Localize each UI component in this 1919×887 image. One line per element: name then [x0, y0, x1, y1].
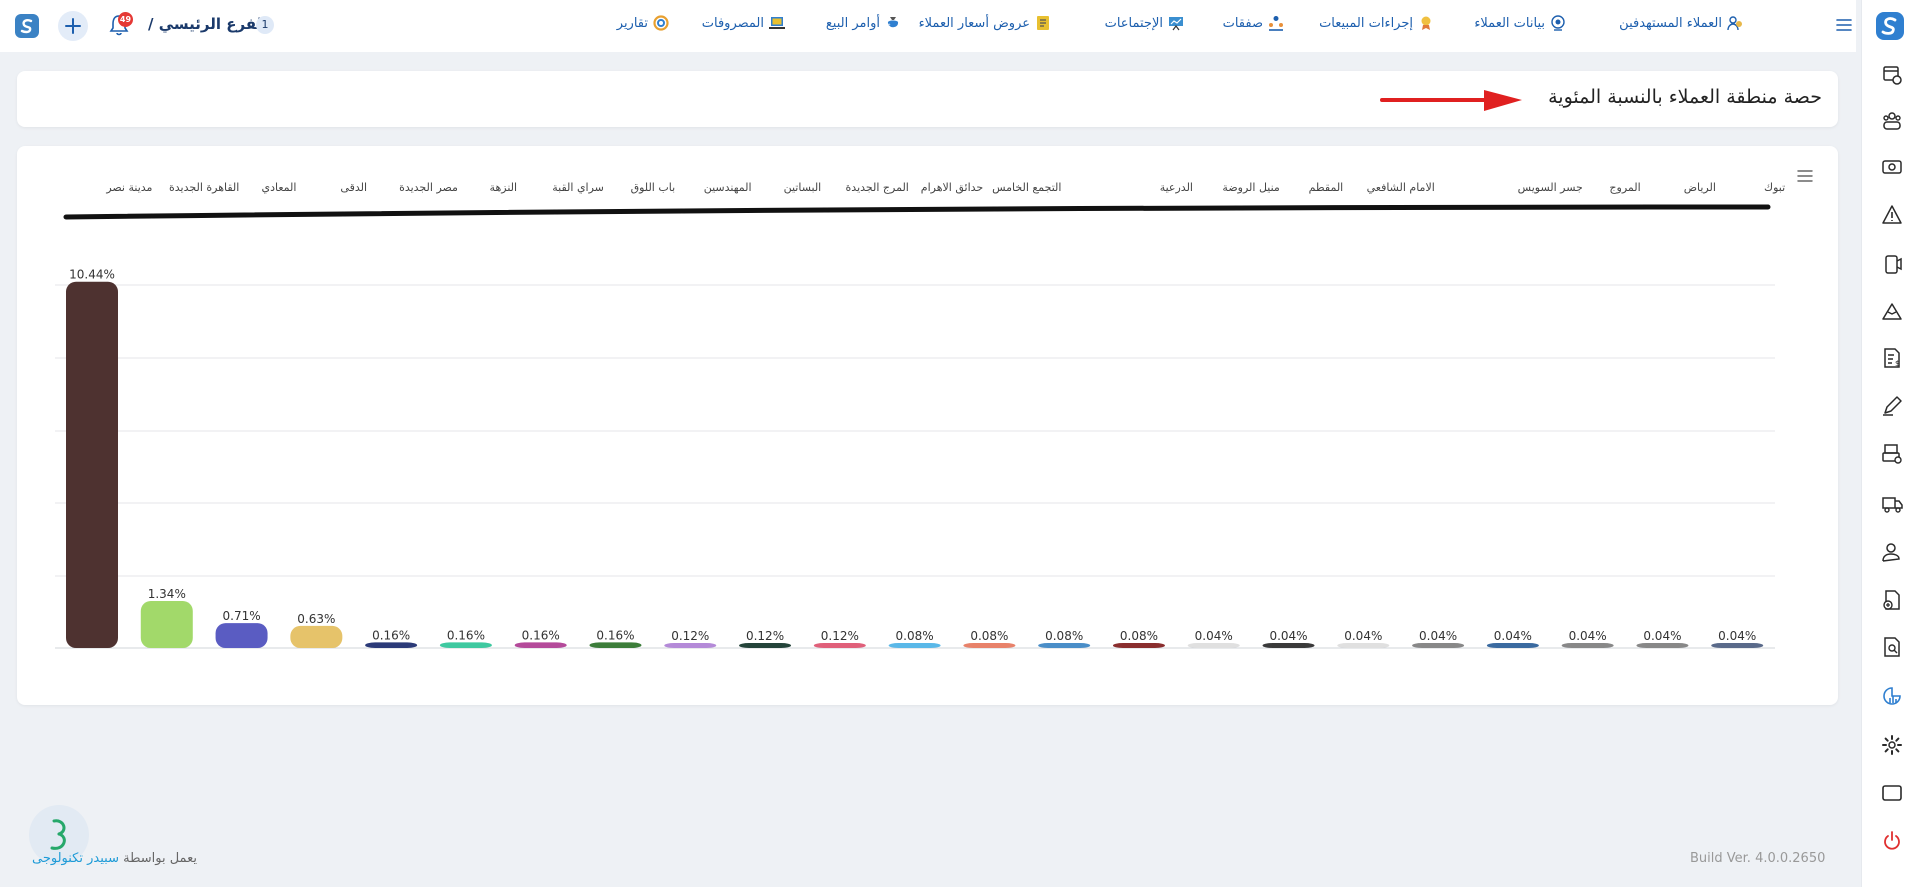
bar-chart: مدينة نصر القاهرة الجديدة المعادي الدقى مصر …	[55, 181, 1785, 649]
bar	[739, 643, 792, 648]
legend-item-label: جسر السويس	[1518, 181, 1583, 194]
data-label: 1.34%	[148, 587, 186, 601]
data-label: 0.12%	[821, 629, 859, 643]
legend-item-label: الدقى	[340, 181, 367, 194]
data-label: 0.04%	[1718, 629, 1756, 643]
legend-item-label: تبوك	[1764, 181, 1785, 194]
data-label: 0.12%	[671, 629, 709, 643]
data-label: 0.04%	[1344, 629, 1382, 643]
legend-item-label: البساتين	[784, 181, 822, 194]
legend-item-label: المرج الجديدة	[846, 181, 909, 194]
bar	[664, 643, 717, 648]
legend-item-label: مدينة نصر	[105, 181, 152, 194]
data-label: 0.16%	[447, 628, 485, 642]
bar	[589, 642, 642, 648]
data-label: 0.08%	[970, 629, 1008, 643]
bar	[1038, 643, 1091, 648]
data-label: 0.12%	[746, 629, 784, 643]
legend-item-label: التجمع الخامس	[992, 181, 1061, 194]
bar	[888, 643, 941, 648]
bar	[1337, 643, 1390, 648]
powered-by: يعمل بواسطة سبيدر تكنولوجى	[32, 851, 197, 866]
data-label: 0.04%	[1195, 629, 1233, 643]
loader-icon	[50, 819, 66, 850]
bar	[963, 643, 1016, 648]
legend-item-label: المقطم	[1309, 181, 1344, 194]
data-label: 0.08%	[896, 629, 934, 643]
bar	[290, 625, 343, 648]
data-label: 10.44%	[69, 268, 115, 282]
bar	[1262, 643, 1315, 648]
data-label: 0.04%	[1269, 629, 1307, 643]
bar	[365, 642, 418, 648]
legend-item-label: الرياض	[1684, 181, 1716, 194]
legend-item-label: سراي القبة	[552, 181, 604, 194]
legend-item-label: النزهة	[490, 181, 518, 194]
data-label: 0.16%	[372, 628, 410, 642]
data-label: 0.08%	[1120, 629, 1158, 643]
powered-by-brand[interactable]: سبيدر تكنولوجى	[32, 851, 119, 866]
bar	[1112, 643, 1165, 648]
legend-item-label: المروج	[1609, 181, 1640, 194]
data-label: 0.63%	[297, 612, 335, 626]
legend-item-label: الامام الشافعي	[1367, 181, 1435, 194]
data-label: 0.16%	[596, 628, 634, 642]
bar	[66, 281, 118, 648]
data-label: 0.71%	[223, 609, 261, 623]
bar	[439, 642, 492, 648]
data-label: 0.16%	[522, 628, 560, 642]
powered-by-prefix: يعمل بواسطة	[123, 851, 197, 866]
data-label: 0.08%	[1045, 629, 1083, 643]
bar	[1486, 643, 1539, 648]
legend-item-label: باب اللوق	[631, 181, 676, 194]
bar	[1561, 643, 1614, 648]
bar	[1187, 643, 1240, 648]
data-label: 0.04%	[1643, 629, 1681, 643]
bar	[140, 600, 193, 648]
build-version: Build Ver. 4.0.0.2650	[1690, 851, 1826, 866]
data-label: 0.04%	[1569, 629, 1607, 643]
bar	[1636, 643, 1689, 648]
data-label: 0.04%	[1494, 629, 1532, 643]
bar	[813, 643, 866, 648]
legend-item-label: المعادي	[261, 181, 296, 194]
bar	[514, 642, 567, 648]
legend-underline	[63, 204, 1771, 220]
legend-item-label: حدائق الاهرام	[921, 181, 983, 195]
bar	[215, 623, 268, 648]
legend-item-label: منيل الروضة	[1222, 181, 1279, 194]
legend-item-label: مصر الجديدة	[399, 181, 458, 194]
bar	[1711, 643, 1764, 648]
legend-item-label: الدرعية	[1160, 181, 1193, 194]
legend-item-label: المهندسين	[704, 181, 752, 194]
data-label: 0.04%	[1419, 629, 1457, 643]
bar	[1412, 643, 1465, 648]
legend-item-label: القاهرة الجديدة	[169, 181, 239, 194]
